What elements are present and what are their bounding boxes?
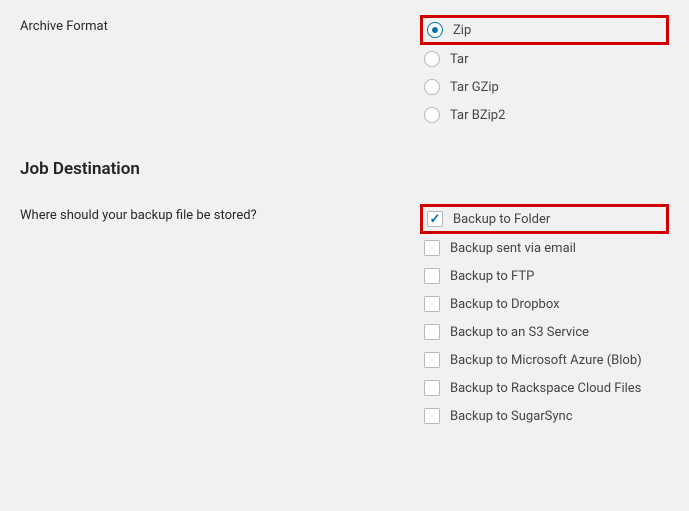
archive-format-label: Archive Format <box>20 15 420 34</box>
destination-option-s3[interactable]: Backup to an S3 Service <box>420 318 669 346</box>
checkbox-icon <box>424 352 440 368</box>
radio-icon <box>427 22 443 38</box>
option-label: Tar BZip2 <box>450 108 505 123</box>
destination-option-sugarsync[interactable]: Backup to SugarSync <box>420 402 669 430</box>
checkbox-icon <box>424 324 440 340</box>
checkbox-icon <box>424 380 440 396</box>
checkbox-icon <box>424 268 440 284</box>
option-label: Backup to an S3 Service <box>450 325 589 340</box>
radio-icon <box>424 51 440 67</box>
option-label: Backup to FTP <box>450 269 534 284</box>
job-destination-heading: Job Destination <box>20 159 669 179</box>
radio-icon <box>424 79 440 95</box>
destination-option-email[interactable]: Backup sent via email <box>420 234 669 262</box>
option-label: Backup to Folder <box>453 212 550 227</box>
destination-option-dropbox[interactable]: Backup to Dropbox <box>420 290 669 318</box>
archive-format-option-tar[interactable]: Tar <box>420 45 669 73</box>
option-label: Tar GZip <box>450 80 499 95</box>
checkbox-icon <box>424 240 440 256</box>
option-label: Backup to Rackspace Cloud Files <box>450 381 641 396</box>
checkbox-icon <box>424 408 440 424</box>
job-destination-options: Backup to Folder Backup sent via email B… <box>420 204 669 430</box>
option-label: Tar <box>450 52 469 67</box>
archive-format-option-zip[interactable]: Zip <box>420 15 669 45</box>
checkbox-icon <box>424 296 440 312</box>
archive-format-row: Archive Format Zip Tar Tar GZip Tar BZip… <box>20 15 669 129</box>
archive-format-option-tar-bzip2[interactable]: Tar BZip2 <box>420 101 669 129</box>
destination-option-folder[interactable]: Backup to Folder <box>420 204 669 234</box>
option-label: Backup to SugarSync <box>450 409 573 424</box>
destination-option-azure[interactable]: Backup to Microsoft Azure (Blob) <box>420 346 669 374</box>
archive-format-options: Zip Tar Tar GZip Tar BZip2 <box>420 15 669 129</box>
radio-icon <box>424 107 440 123</box>
option-label: Zip <box>453 23 471 38</box>
job-destination-label: Where should your backup file be stored? <box>20 204 420 223</box>
job-destination-row: Where should your backup file be stored?… <box>20 204 669 430</box>
archive-format-option-tar-gzip[interactable]: Tar GZip <box>420 73 669 101</box>
checkbox-icon <box>427 211 443 227</box>
option-label: Backup to Microsoft Azure (Blob) <box>450 353 642 368</box>
option-label: Backup sent via email <box>450 241 576 256</box>
destination-option-ftp[interactable]: Backup to FTP <box>420 262 669 290</box>
option-label: Backup to Dropbox <box>450 297 560 312</box>
destination-option-rackspace[interactable]: Backup to Rackspace Cloud Files <box>420 374 669 402</box>
